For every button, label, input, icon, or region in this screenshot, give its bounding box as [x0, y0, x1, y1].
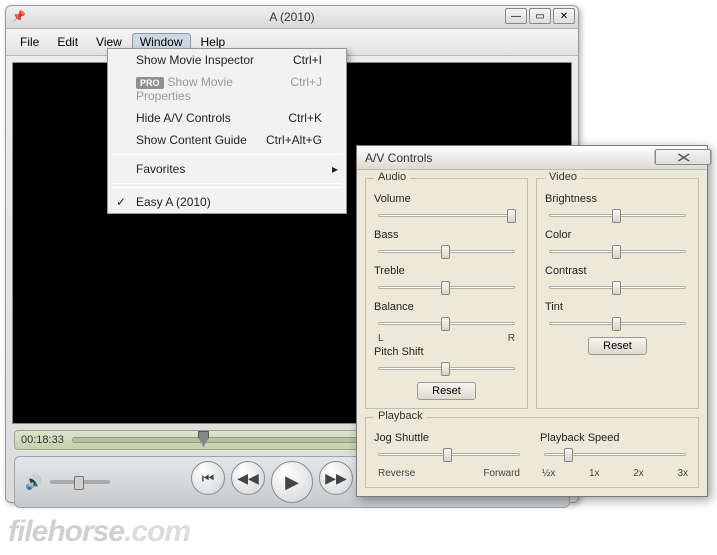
- jog-reverse-label: Reverse: [378, 468, 415, 479]
- jog-slider[interactable]: [374, 446, 524, 464]
- video-legend: Video: [545, 171, 581, 183]
- speed-1x-label: 1x: [589, 468, 600, 479]
- balance-r-label: R: [508, 333, 515, 344]
- menu-edit[interactable]: Edit: [49, 33, 86, 51]
- menu-separator: [112, 187, 342, 188]
- timecode: 00:18:33: [21, 434, 64, 446]
- speed-2x-label: 2x: [633, 468, 644, 479]
- av-window-title: A/V Controls: [365, 151, 432, 165]
- bass-label: Bass: [374, 229, 519, 241]
- playback-group: Playback Jog Shuttle ReverseForward Play…: [365, 417, 699, 488]
- close-icon: [676, 153, 690, 162]
- tint-slider[interactable]: [545, 315, 690, 333]
- volume-slider[interactable]: [50, 480, 110, 484]
- brightness-label: Brightness: [545, 193, 690, 205]
- balance-label: Balance: [374, 301, 519, 313]
- menu-show-properties: PROShow Movie Properties Ctrl+J: [108, 71, 346, 107]
- audio-reset-button[interactable]: Reset: [417, 382, 476, 400]
- menu-show-inspector[interactable]: Show Movie InspectorCtrl+I: [108, 49, 346, 71]
- check-icon: ✓: [116, 195, 126, 209]
- menu-favorites[interactable]: Favorites▸: [108, 158, 346, 180]
- pitch-label: Pitch Shift: [374, 346, 519, 358]
- balance-l-label: L: [378, 333, 384, 344]
- menu-separator: [112, 154, 342, 155]
- brightness-slider[interactable]: [545, 207, 690, 225]
- pitch-slider[interactable]: [374, 360, 519, 378]
- menu-recent-movie[interactable]: ✓ Easy A (2010): [108, 191, 346, 213]
- pro-badge: PRO: [136, 77, 164, 89]
- pin-icon[interactable]: 📌: [12, 10, 26, 24]
- speed-3x-label: 3x: [677, 468, 688, 479]
- bass-slider[interactable]: [374, 243, 519, 261]
- close-button[interactable]: ✕: [553, 8, 575, 24]
- maximize-button[interactable]: ▭: [529, 8, 551, 24]
- balance-slider[interactable]: [374, 315, 519, 333]
- video-reset-button[interactable]: Reset: [588, 337, 647, 355]
- tint-label: Tint: [545, 301, 690, 313]
- volume-label: Volume: [374, 193, 519, 205]
- color-label: Color: [545, 229, 690, 241]
- prev-button[interactable]: ⏮: [191, 461, 225, 495]
- speed-slider[interactable]: [540, 446, 690, 464]
- rewind-button[interactable]: ◀◀: [231, 461, 265, 495]
- menu-file[interactable]: File: [12, 33, 47, 51]
- speed-label: Playback Speed: [540, 432, 690, 444]
- menu-separator: [112, 183, 342, 184]
- volume-slider[interactable]: [374, 207, 519, 225]
- treble-label: Treble: [374, 265, 519, 277]
- watermark: filehorse.com: [8, 515, 190, 549]
- contrast-slider[interactable]: [545, 279, 690, 297]
- color-slider[interactable]: [545, 243, 690, 261]
- title-bar[interactable]: 📌 A (2010) — ▭ ✕: [6, 6, 578, 29]
- speed-half-label: ½x: [542, 468, 555, 479]
- minimize-button[interactable]: —: [505, 8, 527, 24]
- menu-hide-av-controls[interactable]: Hide A/V ControlsCtrl+K: [108, 107, 346, 129]
- av-controls-window: A/V Controls Audio Volume Bass Treble Ba…: [356, 145, 708, 497]
- treble-slider[interactable]: [374, 279, 519, 297]
- jog-forward-label: Forward: [483, 468, 520, 479]
- timeline-thumb[interactable]: [198, 431, 209, 447]
- playback-legend: Playback: [374, 410, 427, 422]
- volume-icon[interactable]: 🔊: [25, 474, 42, 491]
- contrast-label: Contrast: [545, 265, 690, 277]
- audio-group: Audio Volume Bass Treble Balance LR Pitc…: [365, 178, 528, 409]
- jog-label: Jog Shuttle: [374, 432, 524, 444]
- menu-show-content-guide[interactable]: Show Content GuideCtrl+Alt+G: [108, 129, 346, 151]
- av-title-bar[interactable]: A/V Controls: [357, 146, 707, 170]
- audio-legend: Audio: [374, 171, 410, 183]
- chevron-right-icon: ▸: [332, 162, 338, 176]
- av-close-button[interactable]: [655, 149, 712, 165]
- video-group: Video Brightness Color Contrast Tint Res…: [536, 178, 699, 409]
- window-menu-dropdown: Show Movie InspectorCtrl+I PROShow Movie…: [107, 48, 347, 214]
- ffwd-button[interactable]: ▶▶: [319, 461, 353, 495]
- play-button[interactable]: ▶: [271, 461, 313, 503]
- window-title: A (2010): [269, 10, 314, 24]
